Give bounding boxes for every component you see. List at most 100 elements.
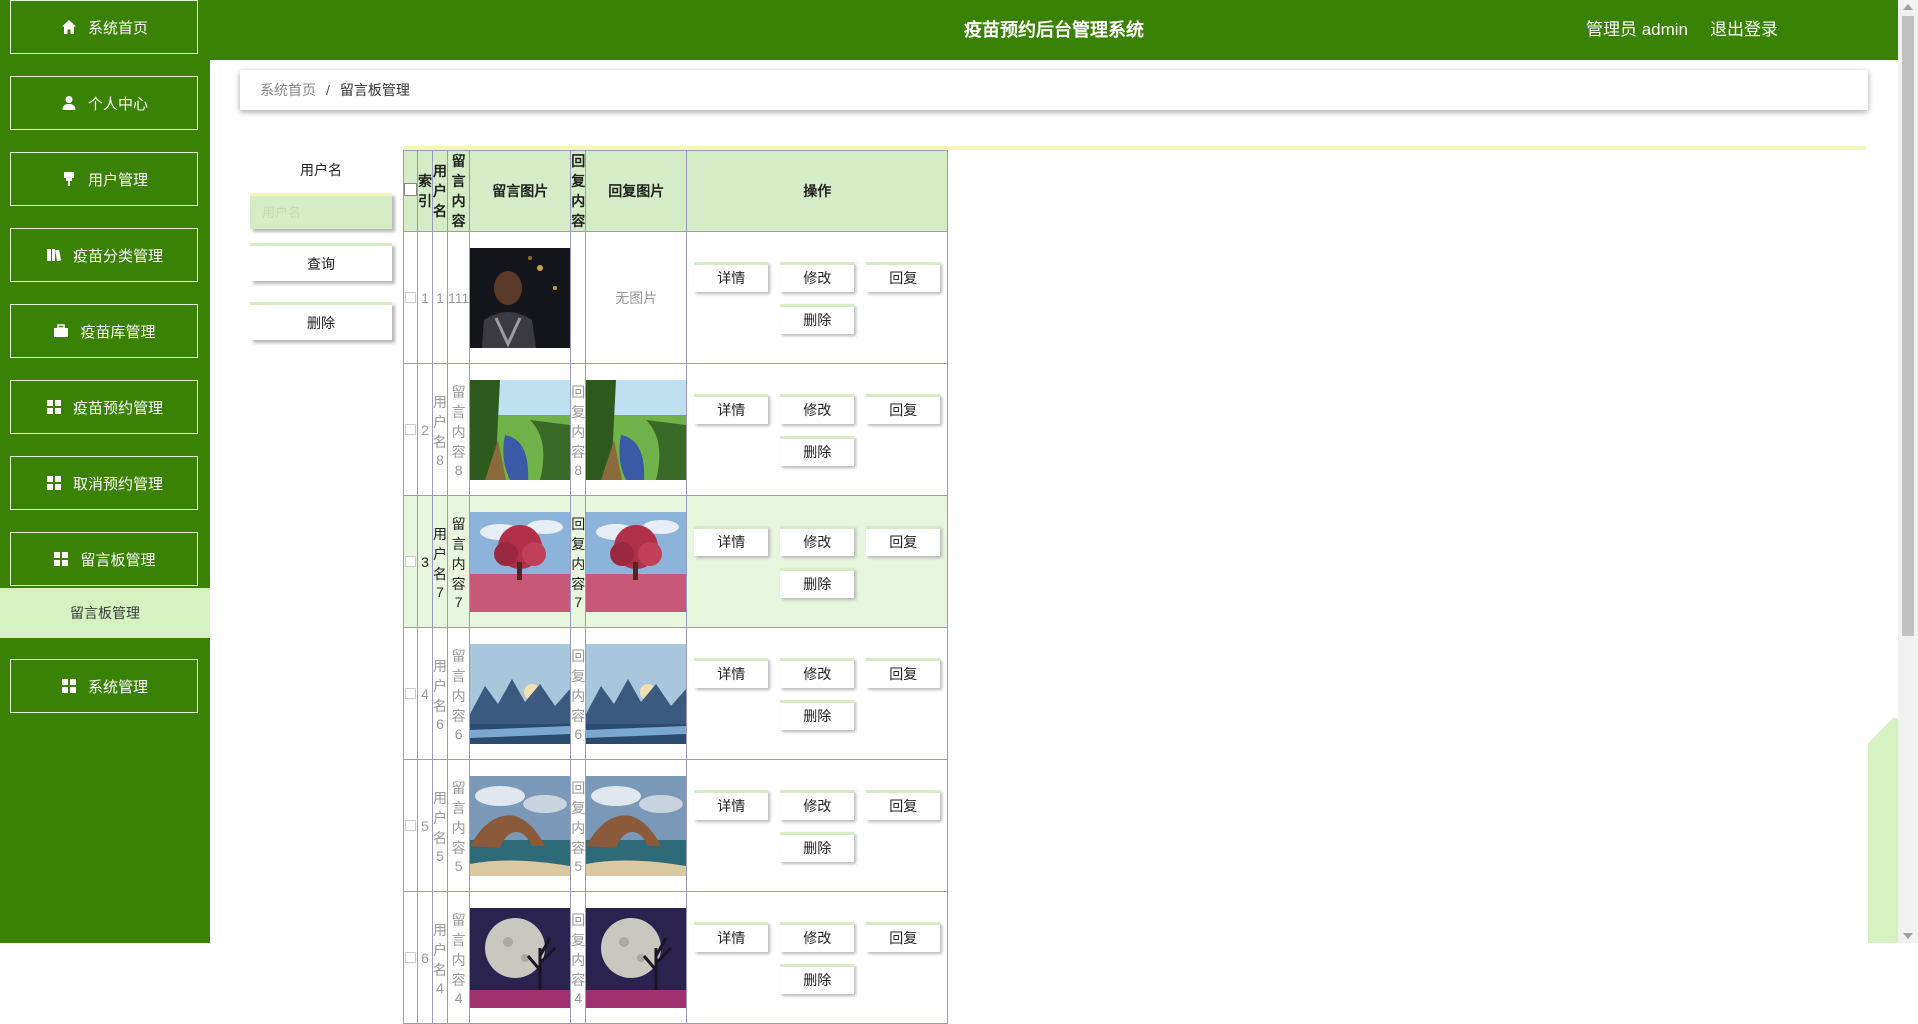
cell-reply-image-thumbnail[interactable] bbox=[586, 511, 687, 612]
cell-message-image-thumbnail[interactable] bbox=[470, 379, 571, 480]
cell-reply-image bbox=[585, 495, 688, 628]
detail-button[interactable]: 详情 bbox=[694, 657, 769, 688]
cell-index: 5 bbox=[417, 759, 433, 892]
edit-button[interactable]: 修改 bbox=[780, 525, 855, 556]
table-row: 2 用户名8 留言内容8 回复内容8 详情 修改 回复 删除 bbox=[403, 363, 949, 496]
cell-reply-image-thumbnail[interactable] bbox=[586, 775, 687, 876]
scroll-up-arrow-icon[interactable] bbox=[1903, 4, 1913, 10]
row-checkbox[interactable] bbox=[405, 687, 416, 699]
row-select-cell[interactable] bbox=[403, 363, 418, 496]
cell-actions: 详情 修改 回复 删除 bbox=[686, 759, 949, 892]
username-search-input[interactable] bbox=[250, 193, 392, 229]
user-icon bbox=[60, 94, 78, 112]
edit-button[interactable]: 修改 bbox=[780, 789, 855, 820]
sidebar-item-profile[interactable]: 个人中心 bbox=[10, 76, 198, 130]
row-checkbox[interactable] bbox=[405, 819, 416, 831]
reply-button[interactable]: 回复 bbox=[866, 789, 941, 820]
breadcrumb-current: 留言板管理 bbox=[339, 82, 410, 98]
cell-message-image bbox=[469, 231, 572, 364]
row-select-cell[interactable] bbox=[403, 495, 418, 628]
column-header: 索引 bbox=[417, 150, 433, 232]
sidebar-item-label: 用户管理 bbox=[87, 171, 148, 189]
scroll-thumb[interactable] bbox=[1902, 16, 1914, 636]
reply-button[interactable]: 回复 bbox=[866, 657, 941, 688]
edit-button[interactable]: 修改 bbox=[780, 261, 855, 292]
row-checkbox[interactable] bbox=[405, 423, 416, 435]
delete-button[interactable]: 删除 bbox=[780, 303, 855, 334]
detail-button[interactable]: 详情 bbox=[694, 921, 769, 952]
sidebar-subitem-message-board[interactable]: 留言板管理 bbox=[0, 588, 210, 638]
sidebar-item-vaccine-booking[interactable]: 疫苗预约管理 bbox=[10, 380, 198, 434]
table-row: 1 1 111 无图片 详情 修改 回复 删除 bbox=[403, 231, 949, 364]
top-header: 疫苗预约后台管理系统 管理员 admin 退出登录 bbox=[210, 0, 1898, 60]
cell-username: 1 bbox=[432, 231, 448, 364]
row-select-cell[interactable] bbox=[403, 759, 418, 892]
select-all-checkbox[interactable] bbox=[404, 183, 417, 196]
sidebar-item-vaccine-library[interactable]: 疫苗库管理 bbox=[10, 304, 198, 358]
cell-message-content: 留言内容4 bbox=[446, 891, 471, 1024]
sidebar-item-label: 系统首页 bbox=[87, 19, 148, 37]
delete-button[interactable]: 删除 bbox=[780, 831, 855, 862]
cell-message-image-thumbnail[interactable] bbox=[470, 643, 571, 744]
delete-button[interactable]: 删除 bbox=[780, 567, 855, 598]
batch-delete-button[interactable]: 删除 bbox=[250, 302, 392, 340]
sidebar-item-home[interactable]: 系统首页 bbox=[10, 0, 198, 54]
cell-message-image-thumbnail[interactable] bbox=[470, 511, 571, 612]
edit-button[interactable]: 修改 bbox=[780, 393, 855, 424]
sidebar-item-label: 个人中心 bbox=[87, 95, 148, 113]
row-select-cell[interactable] bbox=[403, 891, 418, 1024]
grid-icon bbox=[52, 550, 70, 568]
row-select-cell[interactable] bbox=[403, 231, 418, 364]
cell-reply-content: 回复内容6 bbox=[570, 627, 587, 760]
cell-message-image-thumbnail[interactable] bbox=[470, 247, 571, 348]
cell-actions: 详情 修改 回复 删除 bbox=[686, 627, 949, 760]
edit-button[interactable]: 修改 bbox=[780, 921, 855, 952]
breadcrumb-home[interactable]: 系统首页 bbox=[260, 80, 316, 100]
cell-reply-image: 无图片 bbox=[585, 231, 688, 364]
cell-reply-image-thumbnail[interactable] bbox=[586, 379, 687, 480]
reply-button[interactable]: 回复 bbox=[866, 525, 941, 556]
detail-button[interactable]: 详情 bbox=[694, 789, 769, 820]
column-header: 用户名 bbox=[432, 150, 448, 232]
sidebar-item-cancel-booking[interactable]: 取消预约管理 bbox=[10, 456, 198, 510]
row-checkbox[interactable] bbox=[405, 555, 416, 567]
column-header: 留言图片 bbox=[469, 150, 572, 232]
grid-icon bbox=[45, 398, 63, 416]
cell-message-image bbox=[469, 495, 572, 628]
detail-button[interactable]: 详情 bbox=[694, 393, 769, 424]
cell-username: 用户名6 bbox=[432, 627, 448, 760]
reply-button[interactable]: 回复 bbox=[866, 261, 941, 292]
sidebar-item-system[interactable]: 系统管理 bbox=[10, 659, 198, 713]
delete-button[interactable]: 删除 bbox=[780, 963, 855, 994]
header-select-all[interactable] bbox=[403, 150, 418, 232]
row-checkbox[interactable] bbox=[405, 951, 416, 963]
page-scrollbar[interactable] bbox=[1898, 0, 1918, 943]
delete-button[interactable]: 删除 bbox=[780, 435, 855, 466]
cell-username: 用户名7 bbox=[432, 495, 448, 628]
cell-reply-image-thumbnail[interactable] bbox=[586, 643, 687, 744]
row-select-cell[interactable] bbox=[403, 627, 418, 760]
detail-button[interactable]: 详情 bbox=[694, 525, 769, 556]
cell-username: 用户名8 bbox=[432, 363, 448, 496]
cell-message-content: 留言内容6 bbox=[446, 627, 471, 760]
column-header: 操作 bbox=[686, 150, 949, 232]
sidebar-item-label: 留言板管理 bbox=[80, 551, 156, 569]
edit-button[interactable]: 修改 bbox=[780, 657, 855, 688]
sidebar-item-vaccine-category[interactable]: 疫苗分类管理 bbox=[10, 228, 198, 282]
cell-message-image-thumbnail[interactable] bbox=[470, 907, 571, 1008]
column-header: 回复内容 bbox=[570, 150, 587, 232]
row-checkbox[interactable] bbox=[405, 291, 416, 303]
cell-reply-image-thumbnail[interactable] bbox=[586, 907, 687, 1008]
reply-button[interactable]: 回复 bbox=[866, 393, 941, 424]
sidebar-item-message-board[interactable]: 留言板管理 bbox=[10, 532, 198, 586]
query-button[interactable]: 查询 bbox=[250, 243, 392, 281]
detail-button[interactable]: 详情 bbox=[694, 261, 769, 292]
book-icon bbox=[45, 246, 63, 264]
scroll-down-arrow-icon[interactable] bbox=[1903, 933, 1913, 939]
cell-message-image-thumbnail[interactable] bbox=[470, 775, 571, 876]
sidebar-item-users[interactable]: 用户管理 bbox=[10, 152, 198, 206]
delete-button[interactable]: 删除 bbox=[780, 699, 855, 730]
cell-username: 用户名5 bbox=[432, 759, 448, 892]
reply-button[interactable]: 回复 bbox=[866, 921, 941, 952]
logout-link[interactable]: 退出登录 bbox=[1710, 0, 1778, 60]
